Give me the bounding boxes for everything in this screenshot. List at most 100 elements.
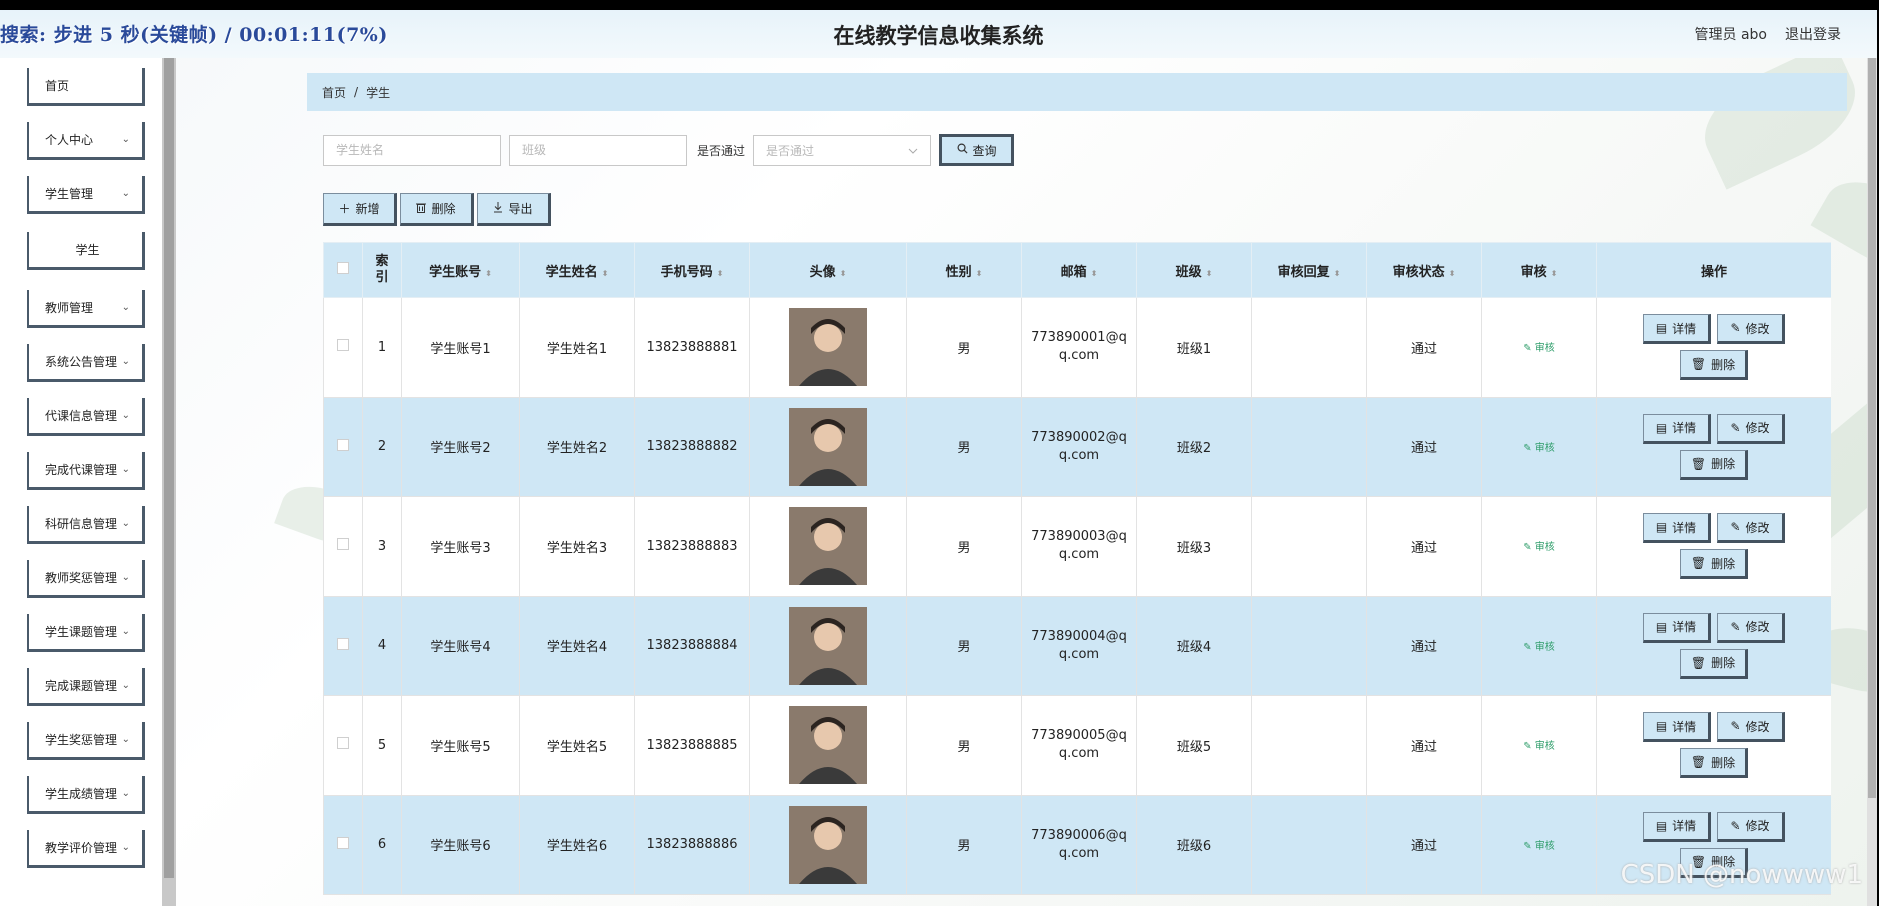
row-checkbox[interactable]: [337, 737, 349, 750]
cell-index: 1: [362, 297, 402, 398]
detail-button[interactable]: ▤ 详情: [1643, 612, 1711, 643]
review-link[interactable]: ✎ 审核: [1523, 741, 1555, 752]
cell-phone: 13823888881: [634, 297, 750, 398]
cell-avatar: [749, 297, 907, 398]
header-review[interactable]: 审核 ⬍: [1481, 242, 1597, 298]
student-avatar[interactable]: [789, 805, 867, 884]
breadcrumb-home[interactable]: 首页: [322, 84, 346, 101]
sort-icon[interactable]: ⬍: [485, 269, 492, 278]
batch-delete-button[interactable]: 删除: [400, 193, 474, 226]
sidebar-item-announcements[interactable]: 系统公告管理 ⌄: [27, 344, 145, 382]
select-all-checkbox[interactable]: [337, 262, 349, 274]
scrollbar-thumb[interactable]: [1868, 58, 1876, 798]
review-link[interactable]: ✎ 审核: [1523, 443, 1555, 454]
sort-icon[interactable]: ⬍: [1334, 269, 1341, 278]
header-gender[interactable]: 性别 ⬍: [906, 242, 1022, 298]
detail-button[interactable]: ▤ 详情: [1643, 811, 1711, 842]
row-delete-button[interactable]: 🗑 删除: [1680, 350, 1748, 381]
sidebar-item-completed-topics[interactable]: 完成课题管理 ⌄: [27, 668, 145, 706]
header-email[interactable]: 邮箱 ⬍: [1021, 242, 1137, 298]
query-button[interactable]: 查询: [939, 134, 1015, 166]
class-input[interactable]: [509, 134, 687, 166]
review-link[interactable]: ✎ 审核: [1523, 542, 1555, 553]
add-button[interactable]: ＋ 新增: [323, 193, 397, 226]
edit-button[interactable]: ✎ 修改: [1717, 811, 1785, 842]
sidebar-item-substitute-info[interactable]: 代课信息管理 ⌄: [27, 398, 145, 436]
export-button[interactable]: 导出: [477, 193, 551, 226]
student-name-input[interactable]: [323, 134, 501, 166]
header-class[interactable]: 班级 ⬍: [1136, 242, 1252, 298]
sort-icon[interactable]: ⬍: [1551, 269, 1558, 278]
table-row: 4 学生账号4 学生姓名4 13823888884 男 773890004@q q…: [323, 595, 1831, 696]
row-delete-button[interactable]: 🗑 删除: [1680, 748, 1748, 779]
row-select-cell: [323, 695, 363, 796]
review-link[interactable]: ✎ 审核: [1523, 642, 1555, 653]
table-row: 3 学生账号3 学生姓名3 13823888883 男 773890003@q q…: [323, 496, 1831, 597]
sidebar-subitem-students[interactable]: 学生: [27, 232, 145, 270]
row-delete-button[interactable]: 🗑 删除: [1680, 449, 1748, 480]
edit-button[interactable]: ✎ 修改: [1717, 413, 1785, 444]
edit-button[interactable]: ✎ 修改: [1717, 712, 1785, 743]
chevron-down-icon: ⌄: [121, 842, 130, 853]
sort-icon[interactable]: ⬍: [602, 269, 609, 278]
passed-select[interactable]: 是否通过: [753, 134, 932, 166]
review-link-label: 审核: [1534, 343, 1555, 355]
sidebar-item-research-info[interactable]: 科研信息管理 ⌄: [27, 506, 145, 544]
edit-button[interactable]: ✎ 修改: [1717, 314, 1785, 345]
sidebar-scrollbar[interactable]: [162, 58, 176, 906]
sidebar-item-student-management[interactable]: 学生管理 ⌄: [27, 176, 145, 214]
edit-button[interactable]: ✎ 修改: [1717, 513, 1785, 544]
sidebar-item-profile[interactable]: 个人中心 ⌄: [27, 122, 145, 160]
row-delete-button[interactable]: 🗑 删除: [1680, 549, 1748, 580]
sort-icon[interactable]: ⬍: [840, 269, 847, 278]
sidebar-item-teacher-awards[interactable]: 教师奖惩管理 ⌄: [27, 560, 145, 598]
email-part: 773890004@q: [1031, 628, 1127, 644]
scrollbar-thumb[interactable]: [164, 58, 174, 878]
sort-icon[interactable]: ⬍: [717, 269, 724, 278]
logout-link[interactable]: 退出登录: [1785, 24, 1841, 44]
row-checkbox[interactable]: [337, 637, 349, 650]
passed-select-placeholder: 是否通过: [766, 143, 815, 158]
header-account[interactable]: 学生账号 ⬍: [401, 242, 520, 298]
student-avatar[interactable]: [789, 606, 867, 685]
student-avatar[interactable]: [789, 507, 867, 586]
review-link[interactable]: ✎ 审核: [1523, 841, 1555, 852]
sort-icon[interactable]: ⬍: [976, 269, 983, 278]
sidebar-item-student-awards[interactable]: 学生奖惩管理 ⌄: [27, 722, 145, 760]
top-header: 搜索: 步进 5 秒(关键帧) / 00:01:11(7%) 在线教学信息收集系…: [0, 10, 1877, 58]
row-checkbox[interactable]: [337, 339, 349, 352]
cell-name: 学生姓名4: [519, 595, 635, 696]
cell-review: ✎ 审核: [1481, 695, 1597, 796]
sort-icon[interactable]: ⬍: [1449, 269, 1456, 278]
header-status[interactable]: 审核状态 ⬍: [1366, 242, 1482, 298]
sidebar-item-teacher-management[interactable]: 教师管理 ⌄: [27, 290, 145, 328]
sort-icon[interactable]: ⬍: [1206, 269, 1213, 278]
header-avatar[interactable]: 头像 ⬍: [749, 242, 907, 298]
passed-filter-label: 是否通过: [697, 143, 746, 158]
header-reply[interactable]: 审核回复 ⬍: [1251, 242, 1367, 298]
sidebar-item-home[interactable]: 首页: [27, 68, 145, 106]
detail-button[interactable]: ▤ 详情: [1643, 712, 1711, 743]
review-link[interactable]: ✎ 审核: [1523, 343, 1555, 354]
sidebar-item-completed-substitute[interactable]: 完成代课管理 ⌄: [27, 452, 145, 490]
sidebar-item-label: 教学评价管理: [45, 841, 118, 855]
row-delete-button[interactable]: 🗑 删除: [1680, 648, 1748, 679]
detail-button[interactable]: ▤ 详情: [1643, 314, 1711, 345]
header-name[interactable]: 学生姓名 ⬍: [519, 242, 635, 298]
sidebar-item-student-topics[interactable]: 学生课题管理 ⌄: [27, 614, 145, 652]
row-checkbox[interactable]: [337, 538, 349, 551]
header-phone[interactable]: 手机号码 ⬍: [634, 242, 750, 298]
cell-phone: 13823888883: [634, 496, 750, 597]
sidebar-item-student-grades[interactable]: 学生成绩管理 ⌄: [27, 776, 145, 814]
detail-button[interactable]: ▤ 详情: [1643, 413, 1711, 444]
row-checkbox[interactable]: [337, 438, 349, 451]
detail-button[interactable]: ▤ 详情: [1643, 513, 1711, 544]
edit-button[interactable]: ✎ 修改: [1717, 612, 1785, 643]
main-scrollbar[interactable]: [1867, 58, 1877, 906]
student-avatar[interactable]: [789, 706, 867, 785]
sidebar-item-teaching-evaluation[interactable]: 教学评价管理 ⌄: [27, 830, 145, 868]
sort-icon[interactable]: ⬍: [1091, 269, 1098, 278]
student-avatar[interactable]: [789, 407, 867, 486]
row-checkbox[interactable]: [337, 836, 349, 849]
student-avatar[interactable]: [789, 308, 867, 387]
